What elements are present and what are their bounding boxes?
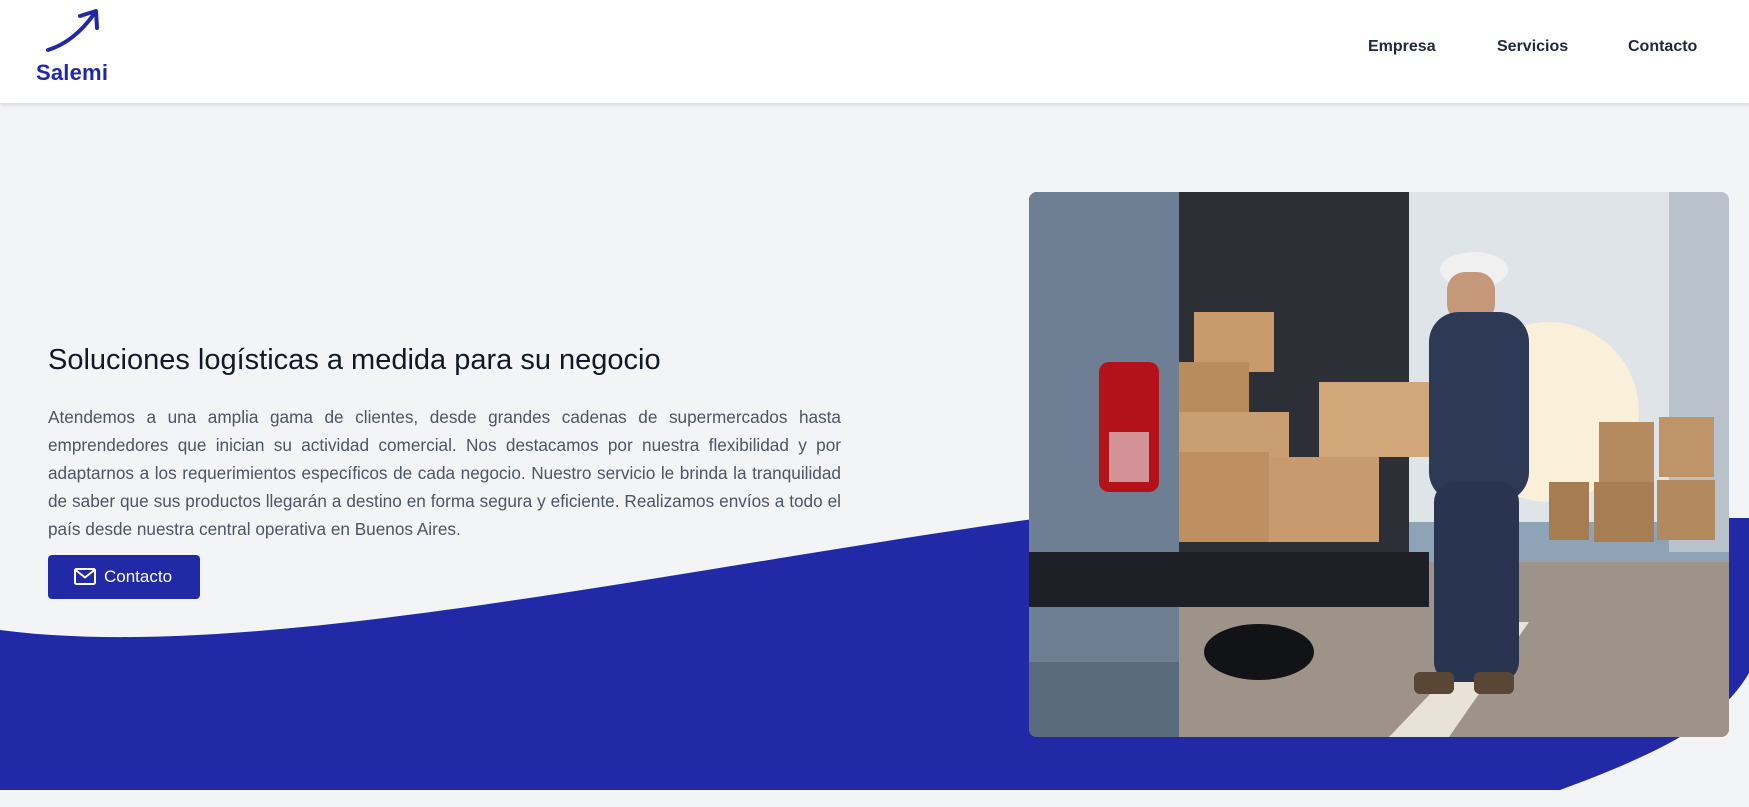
nav-item-servicios[interactable]: Servicios [1497,38,1568,56]
site-header: Salemi Empresa Servicios Contacto [0,0,1749,103]
photo-illustration [1029,192,1729,737]
arrow-logo-icon [46,9,99,52]
hero-description: Atendemos a una amplia gama de clientes,… [48,407,841,539]
brand-logo[interactable]: Salemi [36,8,116,85]
hero-section: Soluciones logísticas a medida para su n… [0,103,1749,790]
mail-icon [74,568,96,585]
delivery-van-photo [1029,192,1729,737]
contact-button[interactable]: Contacto [48,555,200,599]
hero-title: Soluciones logísticas a medida para su n… [48,344,661,376]
brand-name: Salemi [36,60,109,85]
contact-button-label: Contacto [104,567,173,586]
nav-item-contacto[interactable]: Contacto [1628,38,1697,56]
nav-item-empresa[interactable]: Empresa [1368,38,1436,56]
page-bottom-strip [0,790,1749,807]
